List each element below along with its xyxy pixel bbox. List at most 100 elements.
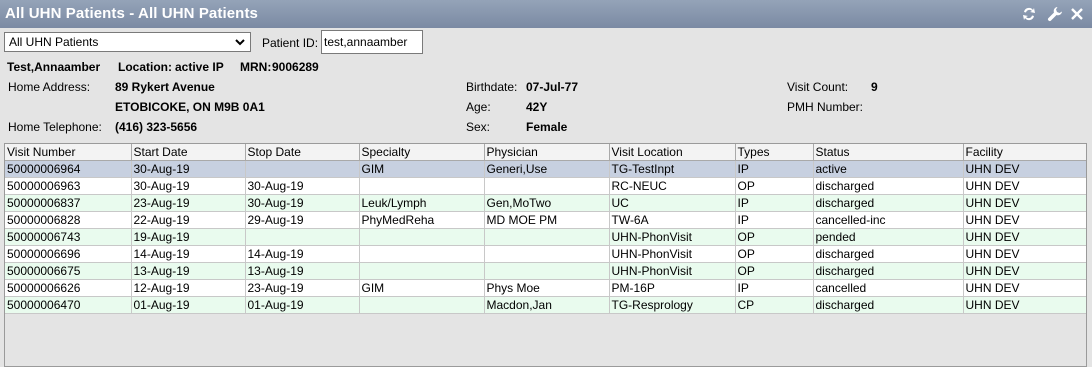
cell-visit-number: 50000006837 xyxy=(5,194,132,212)
cell-visit-number: 50000006743 xyxy=(5,228,132,246)
cell-visit-location: TG-Resprology xyxy=(609,296,736,314)
cell-specialty: GIM xyxy=(359,160,485,178)
home-telephone: (416) 323-5656 xyxy=(115,120,198,134)
cell-visit-location: TG-TestInpt xyxy=(609,160,736,178)
cell-facility: UHN DEV xyxy=(963,228,1086,246)
address-line2: ETOBICOKE, ON M9B 0A1 xyxy=(115,100,265,114)
cell-specialty xyxy=(359,262,485,280)
cell-visit-number: 50000006963 xyxy=(5,177,132,195)
cell-visit-number: 50000006696 xyxy=(5,245,132,263)
table-row[interactable]: 50000006964 30-Aug-19 GIM Generi,Use TG-Test… xyxy=(5,160,1086,178)
cell-types: IP xyxy=(735,194,814,212)
patient-id-label: Patient ID: xyxy=(262,36,319,50)
cell-types: CP xyxy=(735,296,814,314)
column-header-status[interactable]: Status xyxy=(813,144,964,161)
title-bar: All UHN Patients - All UHN Patients xyxy=(0,0,1092,28)
table-row[interactable]: 50000006963 30-Aug-19 30-Aug-19 RC-NEUC OP di… xyxy=(5,177,1086,195)
cell-physician xyxy=(484,177,610,195)
cell-stop-date: 13-Aug-19 xyxy=(245,262,360,280)
cell-physician xyxy=(484,228,610,246)
cell-start-date: 19-Aug-19 xyxy=(131,228,246,246)
cell-stop-date: 23-Aug-19 xyxy=(245,279,360,297)
cell-start-date: 23-Aug-19 xyxy=(131,194,246,212)
visits-table: Visit Number Start Date Stop Date Specialty… xyxy=(4,143,1087,367)
table-row[interactable]: 50000006828 22-Aug-19 29-Aug-19 PhyMedReha M… xyxy=(5,211,1086,229)
cell-specialty: GIM xyxy=(359,279,485,297)
column-header-visit-location[interactable]: Visit Location xyxy=(609,144,736,161)
table-row[interactable]: 50000006675 13-Aug-19 13-Aug-19 UHN-PhonVis… xyxy=(5,262,1086,280)
cell-stop-date xyxy=(245,160,360,178)
cell-stop-date: 30-Aug-19 xyxy=(245,194,360,212)
patient-list-select[interactable]: All UHN Patients xyxy=(4,32,251,52)
cell-facility: UHN DEV xyxy=(963,160,1086,178)
visit-count-label: Visit Count: xyxy=(787,80,849,94)
cell-visit-location: TW-6A xyxy=(609,211,736,229)
location-label: Location: xyxy=(118,60,172,74)
cell-start-date: 30-Aug-19 xyxy=(131,160,246,178)
cell-visit-number: 50000006964 xyxy=(5,160,132,178)
refresh-icon[interactable] xyxy=(1020,4,1038,24)
cell-visit-number: 50000006828 xyxy=(5,211,132,229)
cell-specialty xyxy=(359,228,485,246)
cell-facility: UHN DEV xyxy=(963,262,1086,280)
cell-types: OP xyxy=(735,177,814,195)
cell-types: OP xyxy=(735,228,814,246)
table-row[interactable]: 50000006470 01-Aug-19 01-Aug-19 Macdon,Jan T… xyxy=(5,296,1086,314)
table-row[interactable]: 50000006626 12-Aug-19 23-Aug-19 GIM Phys Moe… xyxy=(5,279,1086,297)
cell-visit-number: 50000006470 xyxy=(5,296,132,314)
cell-physician: Macdon,Jan xyxy=(484,296,610,314)
cell-visit-location: UHN-PhonVisit xyxy=(609,262,736,280)
column-header-stop-date[interactable]: Stop Date xyxy=(245,144,360,161)
column-header-start-date[interactable]: Start Date xyxy=(131,144,246,161)
cell-types: OP xyxy=(735,262,814,280)
visit-count-value: 9 xyxy=(871,80,878,94)
cell-facility: UHN DEV xyxy=(963,177,1086,195)
cell-status: discharged xyxy=(813,262,964,280)
cell-types: OP xyxy=(735,245,814,263)
cell-physician: Phys Moe xyxy=(484,279,610,297)
cell-facility: UHN DEV xyxy=(963,296,1086,314)
table-header-row: Visit Number Start Date Stop Date Specialty… xyxy=(5,144,1086,161)
table-row[interactable]: 50000006743 19-Aug-19 UHN-PhonVisit OP pende… xyxy=(5,228,1086,246)
column-header-facility[interactable]: Facility xyxy=(963,144,1086,161)
cell-physician: Gen,MoTwo xyxy=(484,194,610,212)
cell-physician xyxy=(484,262,610,280)
cell-status: active xyxy=(813,160,964,178)
cell-facility: UHN DEV xyxy=(963,245,1086,263)
column-header-types[interactable]: Types xyxy=(735,144,814,161)
cell-status: discharged xyxy=(813,177,964,195)
location-value: active IP xyxy=(175,60,224,74)
cell-visit-location: PM-16P xyxy=(609,279,736,297)
cell-specialty: PhyMedReha xyxy=(359,211,485,229)
cell-status: discharged xyxy=(813,296,964,314)
sex-label: Sex: xyxy=(466,120,491,134)
cell-status: cancelled xyxy=(813,279,964,297)
column-header-physician[interactable]: Physician xyxy=(484,144,610,161)
cell-stop-date: 01-Aug-19 xyxy=(245,296,360,314)
cell-status: cancelled-inc xyxy=(813,211,964,229)
home-telephone-label: Home Telephone: xyxy=(8,120,102,134)
table-row[interactable]: 50000006837 23-Aug-19 30-Aug-19 Leuk/Lymph G… xyxy=(5,194,1086,212)
cell-start-date: 01-Aug-19 xyxy=(131,296,246,314)
cell-start-date: 22-Aug-19 xyxy=(131,211,246,229)
address-line1: 89 Rykert Avenue xyxy=(115,80,215,94)
cell-start-date: 12-Aug-19 xyxy=(131,279,246,297)
cell-physician: MD MOE PM xyxy=(484,211,610,229)
birthdate-label: Birthdate: xyxy=(466,80,518,94)
cell-status: discharged xyxy=(813,194,964,212)
chevron-down-icon[interactable] xyxy=(233,35,247,54)
close-icon[interactable] xyxy=(1068,4,1086,24)
patient-name: Test,Annaamber xyxy=(7,60,101,74)
cell-types: IP xyxy=(735,279,814,297)
patient-id-input[interactable]: test,annaamber xyxy=(321,30,423,54)
window-title: All UHN Patients - All UHN Patients xyxy=(5,5,258,22)
column-header-visit-number[interactable]: Visit Number xyxy=(5,144,132,161)
column-header-specialty[interactable]: Specialty xyxy=(359,144,485,161)
cell-visit-location: UC xyxy=(609,194,736,212)
table-row[interactable]: 50000006696 14-Aug-19 14-Aug-19 UHN-PhonVis… xyxy=(5,245,1086,263)
cell-visit-number: 50000006675 xyxy=(5,262,132,280)
mrn-label: MRN: xyxy=(240,60,272,74)
wrench-icon[interactable] xyxy=(1046,4,1064,24)
cell-specialty xyxy=(359,177,485,195)
cell-specialty xyxy=(359,296,485,314)
